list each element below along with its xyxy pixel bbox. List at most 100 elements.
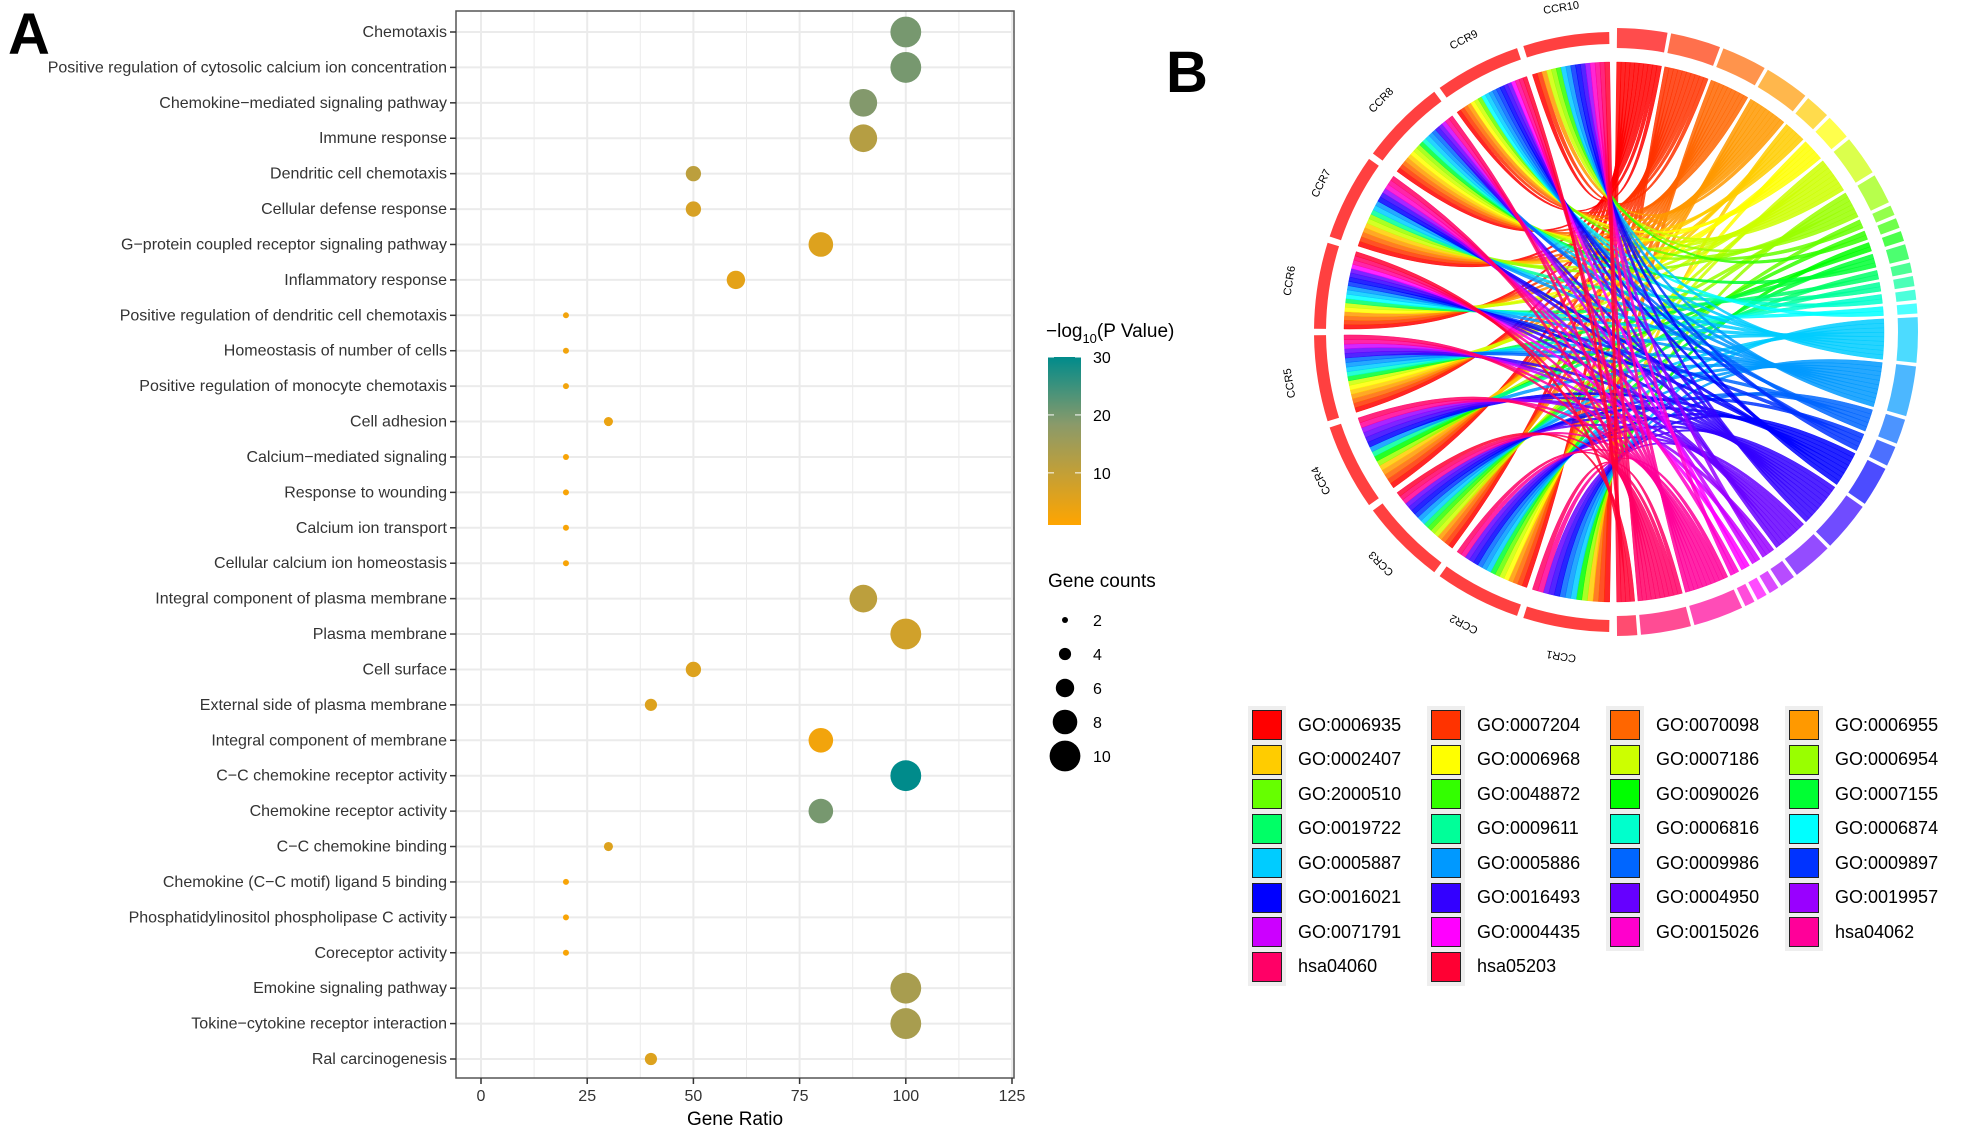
gene-sector-ccr5 [1314,335,1340,422]
go-color-swatch [1248,775,1286,813]
gene-sector-ccr10 [1523,32,1610,58]
term-sector [1896,303,1918,315]
gene-label: CCR4 [1309,464,1333,496]
gene-label: CCR10 [1542,0,1580,17]
go-color-swatch [1248,706,1286,744]
go-legend-label: hsa04062 [1835,921,1915,942]
term-sector [1857,175,1889,211]
gene-sector-ccr6 [1314,242,1340,329]
go-color-swatch [1427,775,1465,813]
go-legend-label: GO:0006874 [1835,818,1939,838]
term-sector [1896,317,1918,363]
term-sector [1815,117,1847,150]
go-color-swatch [1248,844,1286,882]
go-legend-label: GO:0004950 [1656,887,1760,907]
term-sector [1795,98,1828,130]
go-color-swatch [1606,844,1644,882]
term-sector [1639,606,1691,635]
go-legend-label: hsa04060 [1298,956,1378,976]
term-sector [1877,218,1900,235]
gene-label: CCR3 [1367,549,1397,579]
term-sector [1893,276,1915,290]
gene-label: CCR2 [1448,612,1480,636]
go-legend-label: GO:0019722 [1298,818,1402,838]
gene-label: CCR6 [1282,265,1299,296]
go-legend-label: GO:0019957 [1835,887,1939,907]
go-color-swatch [1606,706,1644,744]
go-legend-label: GO:0005887 [1298,852,1402,873]
gene-label: CCR7 [1309,167,1333,199]
go-color-swatch [1606,913,1644,951]
term-sector [1848,459,1886,504]
term-sector [1616,28,1668,53]
term-sector [1689,589,1743,626]
go-legend-label: GO:0006816 [1656,818,1760,838]
term-sector [1895,289,1917,302]
go-color-swatch [1785,809,1823,848]
go-legend-label: GO:0007204 [1477,714,1581,735]
go-legend-label: GO:0016021 [1298,887,1402,907]
go-legend-label: GO:2000510 [1298,783,1402,804]
go-legend-label: GO:0007186 [1656,749,1760,769]
go-legend-label: GO:0016493 [1477,887,1581,907]
go-legend-label: GO:0004435 [1477,921,1581,942]
go-color-swatch [1606,878,1644,917]
gene-label: CCR9 [1448,28,1480,52]
term-sector [1616,615,1638,636]
go-color-swatch [1248,809,1286,848]
term-sector [1833,139,1873,183]
go-legend-label: GO:0006968 [1477,749,1581,769]
go-legend-item: hsa04060 [1248,947,1378,987]
go-color-swatch [1785,878,1823,917]
go-color-swatch [1606,809,1644,848]
go-legend-label: GO:0002407 [1298,749,1402,769]
go-color-swatch [1785,844,1823,882]
gene-sector-ccr1 [1523,606,1610,632]
go-color-swatch [1427,706,1465,744]
go-legend-label: GO:0005886 [1477,852,1581,873]
term-sector [1716,48,1765,86]
go-legend-label: GO:0009986 [1656,852,1760,873]
term-sector [1886,364,1917,417]
go-legend-label: hsa05203 [1477,956,1557,976]
go-legend-label: GO:0009611 [1477,818,1579,838]
go-legend-label: GO:0015026 [1656,921,1760,942]
gene-label: CCR5 [1282,367,1299,398]
go-legend-item: GO:0015026 [1606,912,1760,952]
go-color-swatch [1606,740,1644,779]
gene-label: CCR8 [1367,86,1397,116]
chord-diagram: CCR1 CCR2 CCR3 CCR4 CCR5 CCR6 CCR7 CCR8 CCR9 CCR1… [1282,0,1918,664]
go-color-swatch [1427,809,1465,848]
go-color-swatch [1427,844,1465,882]
go-legend-item: hsa04062 [1785,912,1915,952]
term-sector [1878,413,1906,444]
go-color-swatch [1248,947,1286,986]
go-legend-label: GO:0007155 [1835,783,1939,804]
go-color-swatch [1427,913,1465,951]
go-color-swatch [1785,740,1823,779]
go-color-swatch [1606,775,1644,813]
go-legend-label: GO:0048872 [1477,783,1581,804]
go-legend-label: GO:0006954 [1835,749,1939,769]
go-color-swatch [1785,706,1823,744]
go-color-swatch [1248,740,1286,779]
go-color-swatch [1248,913,1286,951]
go-legend-label: GO:0006955 [1835,714,1939,735]
go-color-swatch [1785,775,1823,813]
go-legend-label: GO:0090026 [1656,783,1760,804]
go-legend-label: GO:0009897 [1835,852,1939,873]
term-sector [1885,244,1910,264]
go-legend-label: GO:0071791 [1298,921,1402,942]
term-sector [1881,231,1905,247]
go-color-swatch [1427,878,1465,917]
go-color-swatch [1427,947,1465,986]
go-color-swatch [1785,913,1823,951]
term-sector [1667,33,1721,66]
go-legend-label: GO:0070098 [1656,714,1760,735]
go-color-swatch [1427,740,1465,779]
term-sector [1869,439,1896,466]
go-color-swatch [1248,878,1286,917]
term-sector [1784,534,1828,575]
term-sector [1757,69,1806,112]
go-legend-item: hsa05203 [1427,947,1557,987]
